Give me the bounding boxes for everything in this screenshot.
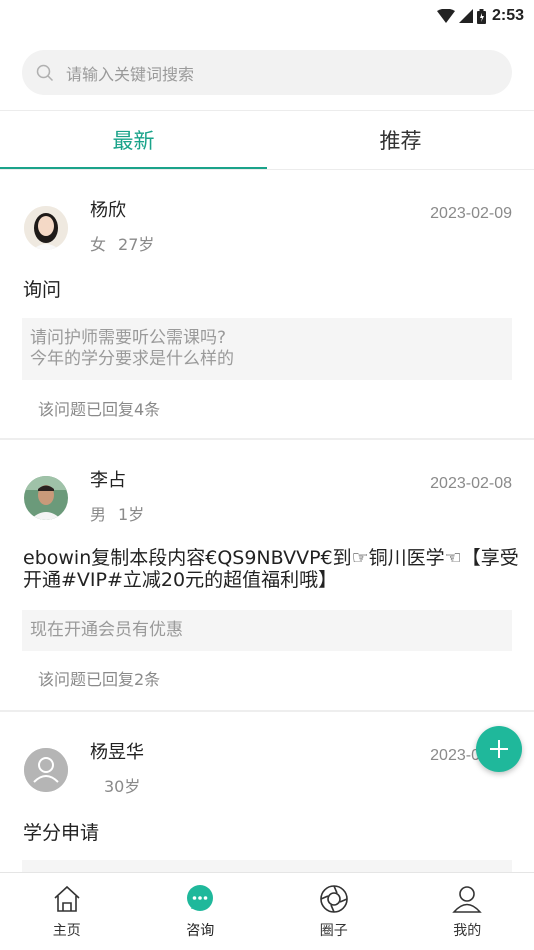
nav-label: 主页 [52, 923, 81, 939]
user-meta: 男 1岁 [90, 501, 144, 525]
question-card[interactable]: 李占 男 1岁 2023-02-08 ebowin复制本段内容€QS9NBVVP€… [0, 440, 534, 712]
circle-icon [319, 885, 348, 913]
user-meta: 30岁 [104, 773, 140, 797]
avatar[interactable] [24, 206, 68, 250]
user-meta: 女 27岁 [90, 231, 154, 255]
user-name: 李占 [90, 470, 126, 491]
add-question-button[interactable] [476, 726, 522, 772]
question-content: 请问护师需要听公需课吗? 今年的学分要求是什么样的 [22, 318, 512, 380]
search-bar[interactable]: 请输入关键词搜索 [22, 50, 512, 95]
default-avatar-icon [24, 748, 68, 792]
reply-count: 该问题已回复4条 [38, 400, 161, 419]
profile-icon [452, 886, 483, 913]
signal-icon [458, 9, 473, 23]
user-gender: 男 [90, 505, 107, 524]
question-title: ebowin复制本段内容€QS9NBVVP€到☞铜川医学☜【享受 开通#VIP#… [23, 547, 519, 591]
reply-count: 该问题已回复2条 [38, 670, 161, 689]
question-title: 询问 [23, 279, 62, 301]
user-age: 30岁 [104, 777, 141, 796]
question-card[interactable]: 杨昱华 30岁 2023-02-08 学分申请 [0, 712, 534, 872]
post-date: 2023-02-09 [430, 205, 512, 222]
search-input[interactable]: 请输入关键词搜索 [66, 61, 194, 85]
battery-icon [476, 8, 486, 24]
status-time: 2:53 [491, 7, 524, 24]
post-date: 2023-02-08 [430, 475, 512, 492]
question-content: 现在开通会员有优惠 [22, 610, 512, 651]
question-content [22, 860, 512, 872]
wifi-icon [436, 9, 455, 23]
tab-latest[interactable]: 最新 [0, 111, 267, 169]
user-age: 1岁 [118, 505, 145, 524]
status-icons [436, 8, 486, 24]
user-name: 杨昱华 [90, 742, 144, 763]
chat-icon [187, 885, 214, 911]
nav-label: 咨询 [186, 923, 215, 939]
avatar[interactable] [24, 476, 68, 520]
nav-label: 圈子 [319, 923, 348, 939]
nav-label: 我的 [453, 923, 482, 939]
nav-home[interactable]: 主页 [0, 873, 134, 950]
status-bar: 2:53 [0, 0, 534, 32]
nav-circle[interactable]: 圈子 [267, 873, 401, 950]
tab-recommended[interactable]: 推荐 [267, 111, 534, 169]
bottom-nav: 主页 咨询 圈子 我的 [0, 872, 534, 950]
question-title: 学分申请 [23, 822, 100, 844]
user-age: 27岁 [118, 235, 155, 254]
nav-consult[interactable]: 咨询 [134, 873, 268, 950]
user-name: 杨欣 [90, 200, 126, 221]
question-feed: 杨欣 女 27岁 2023-02-09 询问 请问护师需要听公需课吗? 今年的学分… [0, 170, 534, 872]
home-icon [54, 885, 80, 912]
tab-bar: 最新 推荐 [0, 111, 534, 169]
user-gender: 女 [90, 235, 107, 254]
plus-icon [490, 740, 508, 758]
avatar[interactable] [24, 748, 68, 792]
search-icon [36, 64, 54, 81]
question-card[interactable]: 杨欣 女 27岁 2023-02-09 询问 请问护师需要听公需课吗? 今年的学分… [0, 170, 534, 440]
nav-profile[interactable]: 我的 [401, 873, 534, 950]
